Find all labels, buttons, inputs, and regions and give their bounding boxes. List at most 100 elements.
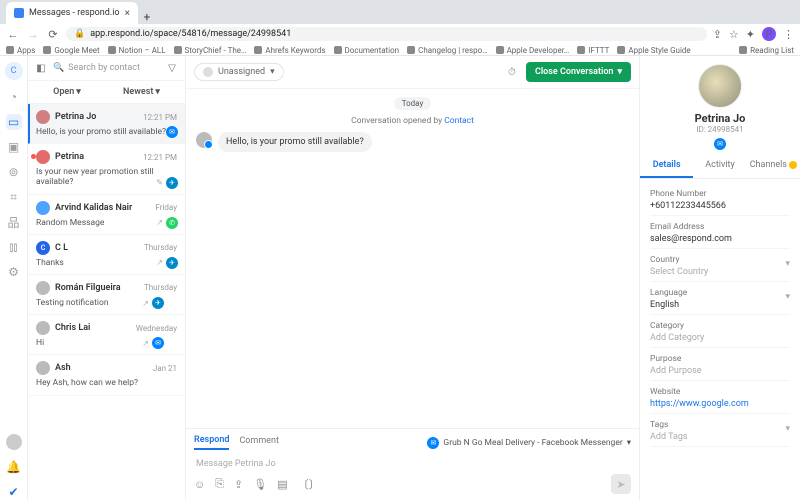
kebab-icon[interactable]: ⋮ xyxy=(783,28,794,41)
conversation-list: ◧ 🔍 Search by contact ▽ Open▾ Newest▾ Pe… xyxy=(28,56,186,500)
reports-icon[interactable]: ⫾⫾ xyxy=(6,239,22,255)
reload-button[interactable]: ⟳ xyxy=(46,27,60,41)
tab-channels[interactable]: Channels xyxy=(747,154,800,178)
settings-icon[interactable]: ⚙ xyxy=(6,264,22,280)
workflows-icon[interactable]: ⌗ xyxy=(6,189,22,205)
bookmark[interactable]: Documentation xyxy=(334,46,400,55)
outbound-icon: ↗ xyxy=(156,218,163,227)
bookmark[interactable]: Changelog | respo… xyxy=(407,46,487,55)
outbound-icon: ↗ xyxy=(142,299,149,308)
star-icon[interactable]: ☆ xyxy=(729,28,739,41)
browser-tab[interactable]: Messages - respond.io × xyxy=(6,2,138,24)
chevron-down-icon: ▾ xyxy=(76,87,81,97)
messenger-icon: ✉ xyxy=(714,138,726,150)
conversation-item[interactable]: Petrina12:21 PM Is your new year promoti… xyxy=(28,144,185,194)
field-category[interactable]: Category Add Category xyxy=(650,315,790,348)
chevron-down-icon: ▾ xyxy=(617,67,622,77)
tab-activity[interactable]: Activity xyxy=(693,154,746,178)
conversation-item[interactable]: AshJan 21 Hey Ash, how can we help? xyxy=(28,355,185,395)
snippet-icon[interactable]: ⎘ xyxy=(215,477,224,491)
conversation-item[interactable]: CC LThursday Thanks ↗✈ xyxy=(28,235,185,275)
filter-sort[interactable]: Newest▾ xyxy=(123,87,160,97)
message-bubble: Hello, is your promo still available? xyxy=(218,132,372,152)
conversation-item[interactable]: Arvind Kalidas NairFriday Random Message… xyxy=(28,195,185,235)
composer: Respond Comment ✉ Grub N Go Meal Deliver… xyxy=(186,428,639,500)
lock-icon: 🔒 xyxy=(74,29,85,39)
new-tab-button[interactable]: + xyxy=(138,10,156,24)
emoji-icon[interactable]: ☺ xyxy=(194,478,205,491)
conversation-item[interactable]: Román FilgueiraThursday Testing notifica… xyxy=(28,275,185,315)
bookmark[interactable]: Apple Developer… xyxy=(496,46,570,55)
back-button[interactable]: ← xyxy=(6,27,20,41)
channel-selector[interactable]: ✉ Grub N Go Meal Delivery - Facebook Mes… xyxy=(427,437,631,449)
voice-icon[interactable]: 🎙 xyxy=(253,478,267,491)
bookmark[interactable]: Apps xyxy=(6,46,35,55)
field-country[interactable]: Country Select Country ▾ xyxy=(650,249,790,282)
close-tab-icon[interactable]: × xyxy=(125,8,130,19)
url-text: app.respond.io/space/54816/message/24998… xyxy=(90,29,291,39)
panel-toggle-icon[interactable]: ◧ xyxy=(34,61,48,75)
whatsapp-icon: ✆ xyxy=(166,217,178,229)
agent-mini-avatar xyxy=(167,298,178,309)
bookmark[interactable]: Apple Style Guide xyxy=(617,46,690,55)
org-switcher[interactable]: C xyxy=(5,62,23,80)
contacts-icon[interactable]: ▣ xyxy=(6,139,22,155)
conversation-item[interactable]: Petrina Jo12:21 PM Hello, is your promo … xyxy=(28,104,185,144)
telegram-icon: ✈ xyxy=(152,297,164,309)
notifications-icon[interactable]: 🔔 xyxy=(6,459,22,475)
message-row: Hello, is your promo still available? xyxy=(196,132,629,152)
messenger-icon: ✉ xyxy=(152,337,164,349)
org-icon[interactable]: 品 xyxy=(6,214,22,230)
field-phone[interactable]: Phone Number +60112233445566 xyxy=(650,183,790,216)
bookmark[interactable]: Notion – ALL xyxy=(108,46,166,55)
bookmark[interactable]: Google Meet xyxy=(43,46,99,55)
field-language[interactable]: Language English ▾ xyxy=(650,282,790,315)
attach-icon[interactable]: ⇪ xyxy=(234,478,243,491)
field-website[interactable]: Website https://www.google.com xyxy=(650,381,790,414)
tab-respond[interactable]: Respond xyxy=(194,435,229,450)
address-bar[interactable]: 🔒 app.respond.io/space/54816/message/249… xyxy=(66,27,707,41)
search-input[interactable]: 🔍 Search by contact xyxy=(53,63,160,73)
search-placeholder: Search by contact xyxy=(68,63,140,73)
snooze-icon[interactable]: ⏱ xyxy=(504,64,520,80)
profile-avatar[interactable]: P xyxy=(762,27,776,41)
message-avatar xyxy=(196,132,212,148)
field-tags[interactable]: Tags Add Tags ▾ xyxy=(650,414,790,447)
bookmark[interactable]: IFTTT xyxy=(577,46,609,55)
badge-dot-icon xyxy=(789,161,797,169)
message-input[interactable]: Message Petrina Jo xyxy=(194,454,631,474)
bookmark[interactable]: StoryChief - The… xyxy=(174,46,247,55)
agent-avatar[interactable] xyxy=(6,434,22,450)
field-purpose[interactable]: Purpose Add Purpose xyxy=(650,348,790,381)
contact-link[interactable]: Contact xyxy=(444,116,474,126)
chevron-down-icon: ▾ xyxy=(627,438,631,448)
dashboard-icon[interactable]: ◔ xyxy=(6,89,22,105)
outbound-icon: ↗ xyxy=(142,339,149,348)
bookmark[interactable]: Ahrefs Keywords xyxy=(254,46,325,55)
variable-icon[interactable]: 〔〕 xyxy=(298,476,320,492)
tab-comment[interactable]: Comment xyxy=(239,436,278,449)
messages-icon[interactable]: ▭ xyxy=(6,114,22,130)
filter-open[interactable]: Open▾ xyxy=(53,87,81,97)
messenger-icon: ✉ xyxy=(427,437,439,449)
close-conversation-button[interactable]: Close Conversation ▾ xyxy=(526,62,631,82)
contact-avatar xyxy=(698,64,742,108)
filter-icon[interactable]: ▽ xyxy=(165,61,179,75)
extensions-icon[interactable]: ✦ xyxy=(746,28,755,41)
template-icon[interactable]: ▤ xyxy=(277,478,287,491)
chevron-down-icon: ▾ xyxy=(155,87,160,97)
tab-favicon xyxy=(14,8,24,18)
broadcast-icon[interactable]: ⊚ xyxy=(6,164,22,180)
send-button[interactable]: ➤ xyxy=(611,474,631,494)
tab-details[interactable]: Details xyxy=(640,154,693,178)
field-email[interactable]: Email Address sales@respond.com xyxy=(650,216,790,249)
telegram-icon: ✈ xyxy=(166,177,178,189)
forward-button[interactable]: → xyxy=(26,27,40,41)
tab-title: Messages - respond.io xyxy=(29,8,120,18)
chevron-down-icon: ▾ xyxy=(785,424,790,434)
assignee-dropdown[interactable]: Unassigned ▾ xyxy=(194,63,284,81)
pencil-icon: ✎ xyxy=(156,178,163,187)
conversation-item[interactable]: Chris LaiWednesday Hi ↗✉ xyxy=(28,315,185,355)
reading-list[interactable]: Reading List xyxy=(739,46,794,55)
share-icon[interactable]: ⇪ xyxy=(713,28,722,41)
